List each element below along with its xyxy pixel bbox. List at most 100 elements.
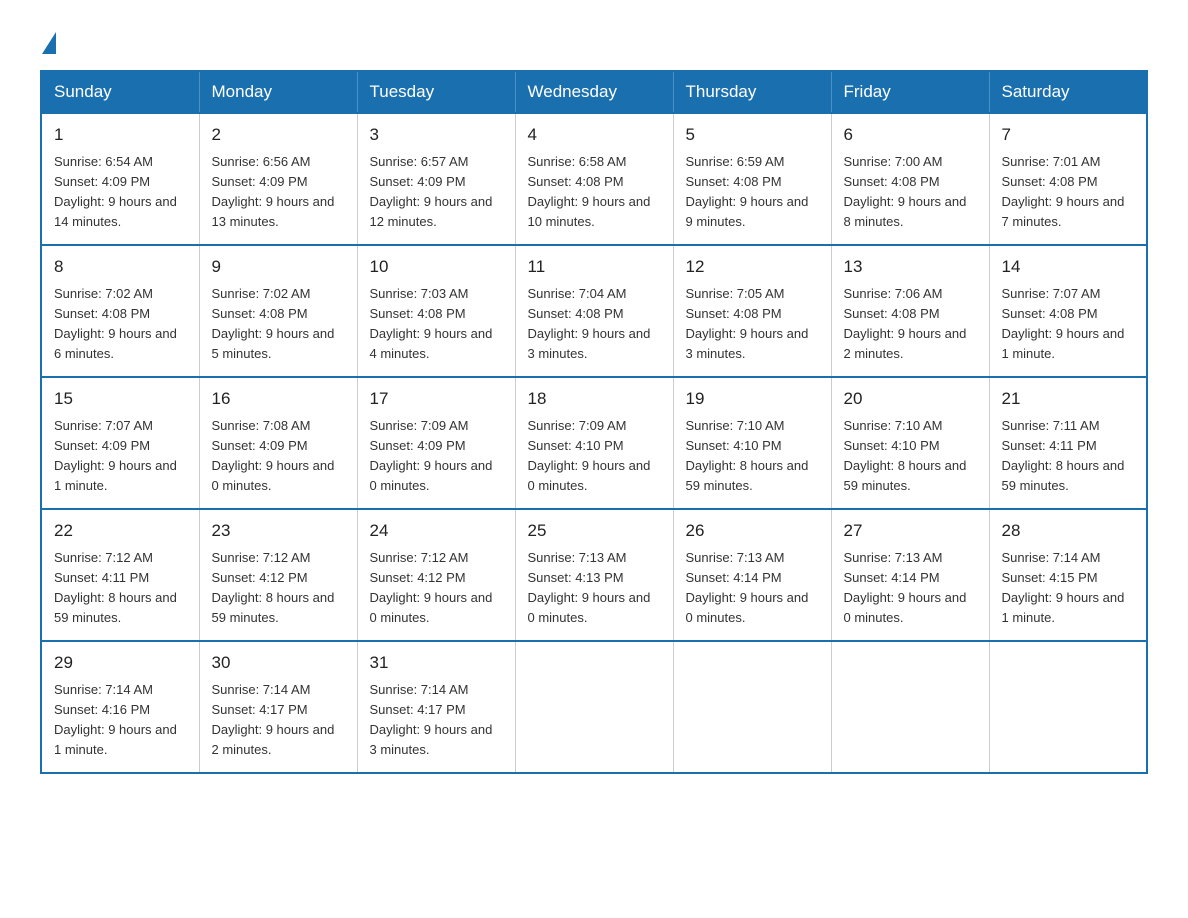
weekday-header-tuesday: Tuesday	[357, 71, 515, 113]
day-info: Sunrise: 7:14 AMSunset: 4:16 PMDaylight:…	[54, 680, 187, 761]
day-number: 20	[844, 386, 977, 412]
weekday-header-wednesday: Wednesday	[515, 71, 673, 113]
day-number: 22	[54, 518, 187, 544]
weekday-header-friday: Friday	[831, 71, 989, 113]
calendar-week-row: 1 Sunrise: 6:54 AMSunset: 4:09 PMDaylight…	[41, 113, 1147, 245]
day-info: Sunrise: 7:11 AMSunset: 4:11 PMDaylight:…	[1002, 416, 1135, 497]
day-info: Sunrise: 7:07 AMSunset: 4:09 PMDaylight:…	[54, 416, 187, 497]
calendar-week-row: 15 Sunrise: 7:07 AMSunset: 4:09 PMDayligh…	[41, 377, 1147, 509]
calendar-week-row: 22 Sunrise: 7:12 AMSunset: 4:11 PMDayligh…	[41, 509, 1147, 641]
day-number: 17	[370, 386, 503, 412]
calendar-day-cell: 22 Sunrise: 7:12 AMSunset: 4:11 PMDayligh…	[41, 509, 199, 641]
day-number: 29	[54, 650, 187, 676]
day-info: Sunrise: 7:08 AMSunset: 4:09 PMDaylight:…	[212, 416, 345, 497]
day-info: Sunrise: 7:06 AMSunset: 4:08 PMDaylight:…	[844, 284, 977, 365]
day-number: 2	[212, 122, 345, 148]
calendar-day-cell	[515, 641, 673, 773]
weekday-header-row: SundayMondayTuesdayWednesdayThursdayFrid…	[41, 71, 1147, 113]
day-number: 24	[370, 518, 503, 544]
day-info: Sunrise: 6:56 AMSunset: 4:09 PMDaylight:…	[212, 152, 345, 233]
calendar-day-cell: 20 Sunrise: 7:10 AMSunset: 4:10 PMDayligh…	[831, 377, 989, 509]
calendar-day-cell: 6 Sunrise: 7:00 AMSunset: 4:08 PMDaylight…	[831, 113, 989, 245]
day-info: Sunrise: 6:59 AMSunset: 4:08 PMDaylight:…	[686, 152, 819, 233]
day-number: 11	[528, 254, 661, 280]
weekday-header-sunday: Sunday	[41, 71, 199, 113]
day-number: 13	[844, 254, 977, 280]
day-number: 21	[1002, 386, 1135, 412]
calendar-day-cell: 2 Sunrise: 6:56 AMSunset: 4:09 PMDaylight…	[199, 113, 357, 245]
day-number: 28	[1002, 518, 1135, 544]
calendar-day-cell: 23 Sunrise: 7:12 AMSunset: 4:12 PMDayligh…	[199, 509, 357, 641]
day-number: 12	[686, 254, 819, 280]
calendar-day-cell: 14Sunrise: 7:07 AMSunset: 4:08 PMDayligh…	[989, 245, 1147, 377]
calendar-day-cell: 26Sunrise: 7:13 AMSunset: 4:14 PMDayligh…	[673, 509, 831, 641]
page-header	[40, 30, 1148, 50]
logo-triangle-icon	[42, 32, 56, 54]
day-info: Sunrise: 7:04 AMSunset: 4:08 PMDaylight:…	[528, 284, 661, 365]
day-info: Sunrise: 7:10 AMSunset: 4:10 PMDaylight:…	[844, 416, 977, 497]
calendar-day-cell: 9Sunrise: 7:02 AMSunset: 4:08 PMDaylight…	[199, 245, 357, 377]
calendar-day-cell: 31Sunrise: 7:14 AMSunset: 4:17 PMDayligh…	[357, 641, 515, 773]
day-info: Sunrise: 7:14 AMSunset: 4:17 PMDaylight:…	[212, 680, 345, 761]
calendar-day-cell: 28 Sunrise: 7:14 AMSunset: 4:15 PMDayligh…	[989, 509, 1147, 641]
day-number: 6	[844, 122, 977, 148]
calendar-day-cell: 7 Sunrise: 7:01 AMSunset: 4:08 PMDaylight…	[989, 113, 1147, 245]
calendar-day-cell: 4 Sunrise: 6:58 AMSunset: 4:08 PMDaylight…	[515, 113, 673, 245]
calendar-day-cell: 13 Sunrise: 7:06 AMSunset: 4:08 PMDayligh…	[831, 245, 989, 377]
day-info: Sunrise: 7:13 AMSunset: 4:14 PMDaylight:…	[844, 548, 977, 629]
day-info: Sunrise: 7:09 AMSunset: 4:10 PMDaylight:…	[528, 416, 661, 497]
day-number: 27	[844, 518, 977, 544]
day-info: Sunrise: 7:10 AMSunset: 4:10 PMDaylight:…	[686, 416, 819, 497]
day-info: Sunrise: 7:05 AMSunset: 4:08 PMDaylight:…	[686, 284, 819, 365]
logo	[40, 30, 56, 50]
calendar-day-cell: 1 Sunrise: 6:54 AMSunset: 4:09 PMDaylight…	[41, 113, 199, 245]
weekday-header-monday: Monday	[199, 71, 357, 113]
day-info: Sunrise: 7:00 AMSunset: 4:08 PMDaylight:…	[844, 152, 977, 233]
day-number: 14	[1002, 254, 1135, 280]
day-info: Sunrise: 7:12 AMSunset: 4:12 PMDaylight:…	[212, 548, 345, 629]
day-number: 1	[54, 122, 187, 148]
calendar-week-row: 8 Sunrise: 7:02 AMSunset: 4:08 PMDaylight…	[41, 245, 1147, 377]
day-info: Sunrise: 7:13 AMSunset: 4:13 PMDaylight:…	[528, 548, 661, 629]
day-number: 10	[370, 254, 503, 280]
day-number: 9	[212, 254, 345, 280]
calendar-header: SundayMondayTuesdayWednesdayThursdayFrid…	[41, 71, 1147, 113]
day-number: 5	[686, 122, 819, 148]
day-number: 25	[528, 518, 661, 544]
calendar-day-cell	[673, 641, 831, 773]
calendar-day-cell: 10 Sunrise: 7:03 AMSunset: 4:08 PMDayligh…	[357, 245, 515, 377]
calendar-day-cell: 24 Sunrise: 7:12 AMSunset: 4:12 PMDayligh…	[357, 509, 515, 641]
day-number: 8	[54, 254, 187, 280]
day-number: 16	[212, 386, 345, 412]
calendar-day-cell: 3Sunrise: 6:57 AMSunset: 4:09 PMDaylight…	[357, 113, 515, 245]
day-number: 7	[1002, 122, 1135, 148]
day-number: 4	[528, 122, 661, 148]
day-info: Sunrise: 7:03 AMSunset: 4:08 PMDaylight:…	[370, 284, 503, 365]
day-info: Sunrise: 7:02 AMSunset: 4:08 PMDaylight:…	[54, 284, 187, 365]
day-info: Sunrise: 7:01 AMSunset: 4:08 PMDaylight:…	[1002, 152, 1135, 233]
day-number: 18	[528, 386, 661, 412]
day-number: 15	[54, 386, 187, 412]
calendar-body: 1 Sunrise: 6:54 AMSunset: 4:09 PMDaylight…	[41, 113, 1147, 773]
day-info: Sunrise: 7:14 AMSunset: 4:15 PMDaylight:…	[1002, 548, 1135, 629]
day-info: Sunrise: 6:54 AMSunset: 4:09 PMDaylight:…	[54, 152, 187, 233]
weekday-header-thursday: Thursday	[673, 71, 831, 113]
calendar-day-cell	[989, 641, 1147, 773]
calendar-day-cell: 21 Sunrise: 7:11 AMSunset: 4:11 PMDayligh…	[989, 377, 1147, 509]
day-info: Sunrise: 7:12 AMSunset: 4:11 PMDaylight:…	[54, 548, 187, 629]
calendar-day-cell	[831, 641, 989, 773]
calendar-day-cell: 30 Sunrise: 7:14 AMSunset: 4:17 PMDayligh…	[199, 641, 357, 773]
calendar-day-cell: 12 Sunrise: 7:05 AMSunset: 4:08 PMDayligh…	[673, 245, 831, 377]
calendar-day-cell: 17Sunrise: 7:09 AMSunset: 4:09 PMDayligh…	[357, 377, 515, 509]
calendar-day-cell: 5 Sunrise: 6:59 AMSunset: 4:08 PMDaylight…	[673, 113, 831, 245]
day-info: Sunrise: 6:58 AMSunset: 4:08 PMDaylight:…	[528, 152, 661, 233]
calendar-table: SundayMondayTuesdayWednesdayThursdayFrid…	[40, 70, 1148, 774]
calendar-day-cell: 19 Sunrise: 7:10 AMSunset: 4:10 PMDayligh…	[673, 377, 831, 509]
day-number: 30	[212, 650, 345, 676]
day-info: Sunrise: 7:12 AMSunset: 4:12 PMDaylight:…	[370, 548, 503, 629]
day-number: 19	[686, 386, 819, 412]
calendar-day-cell: 25 Sunrise: 7:13 AMSunset: 4:13 PMDayligh…	[515, 509, 673, 641]
day-number: 26	[686, 518, 819, 544]
day-info: Sunrise: 7:14 AMSunset: 4:17 PMDaylight:…	[370, 680, 503, 761]
day-number: 23	[212, 518, 345, 544]
